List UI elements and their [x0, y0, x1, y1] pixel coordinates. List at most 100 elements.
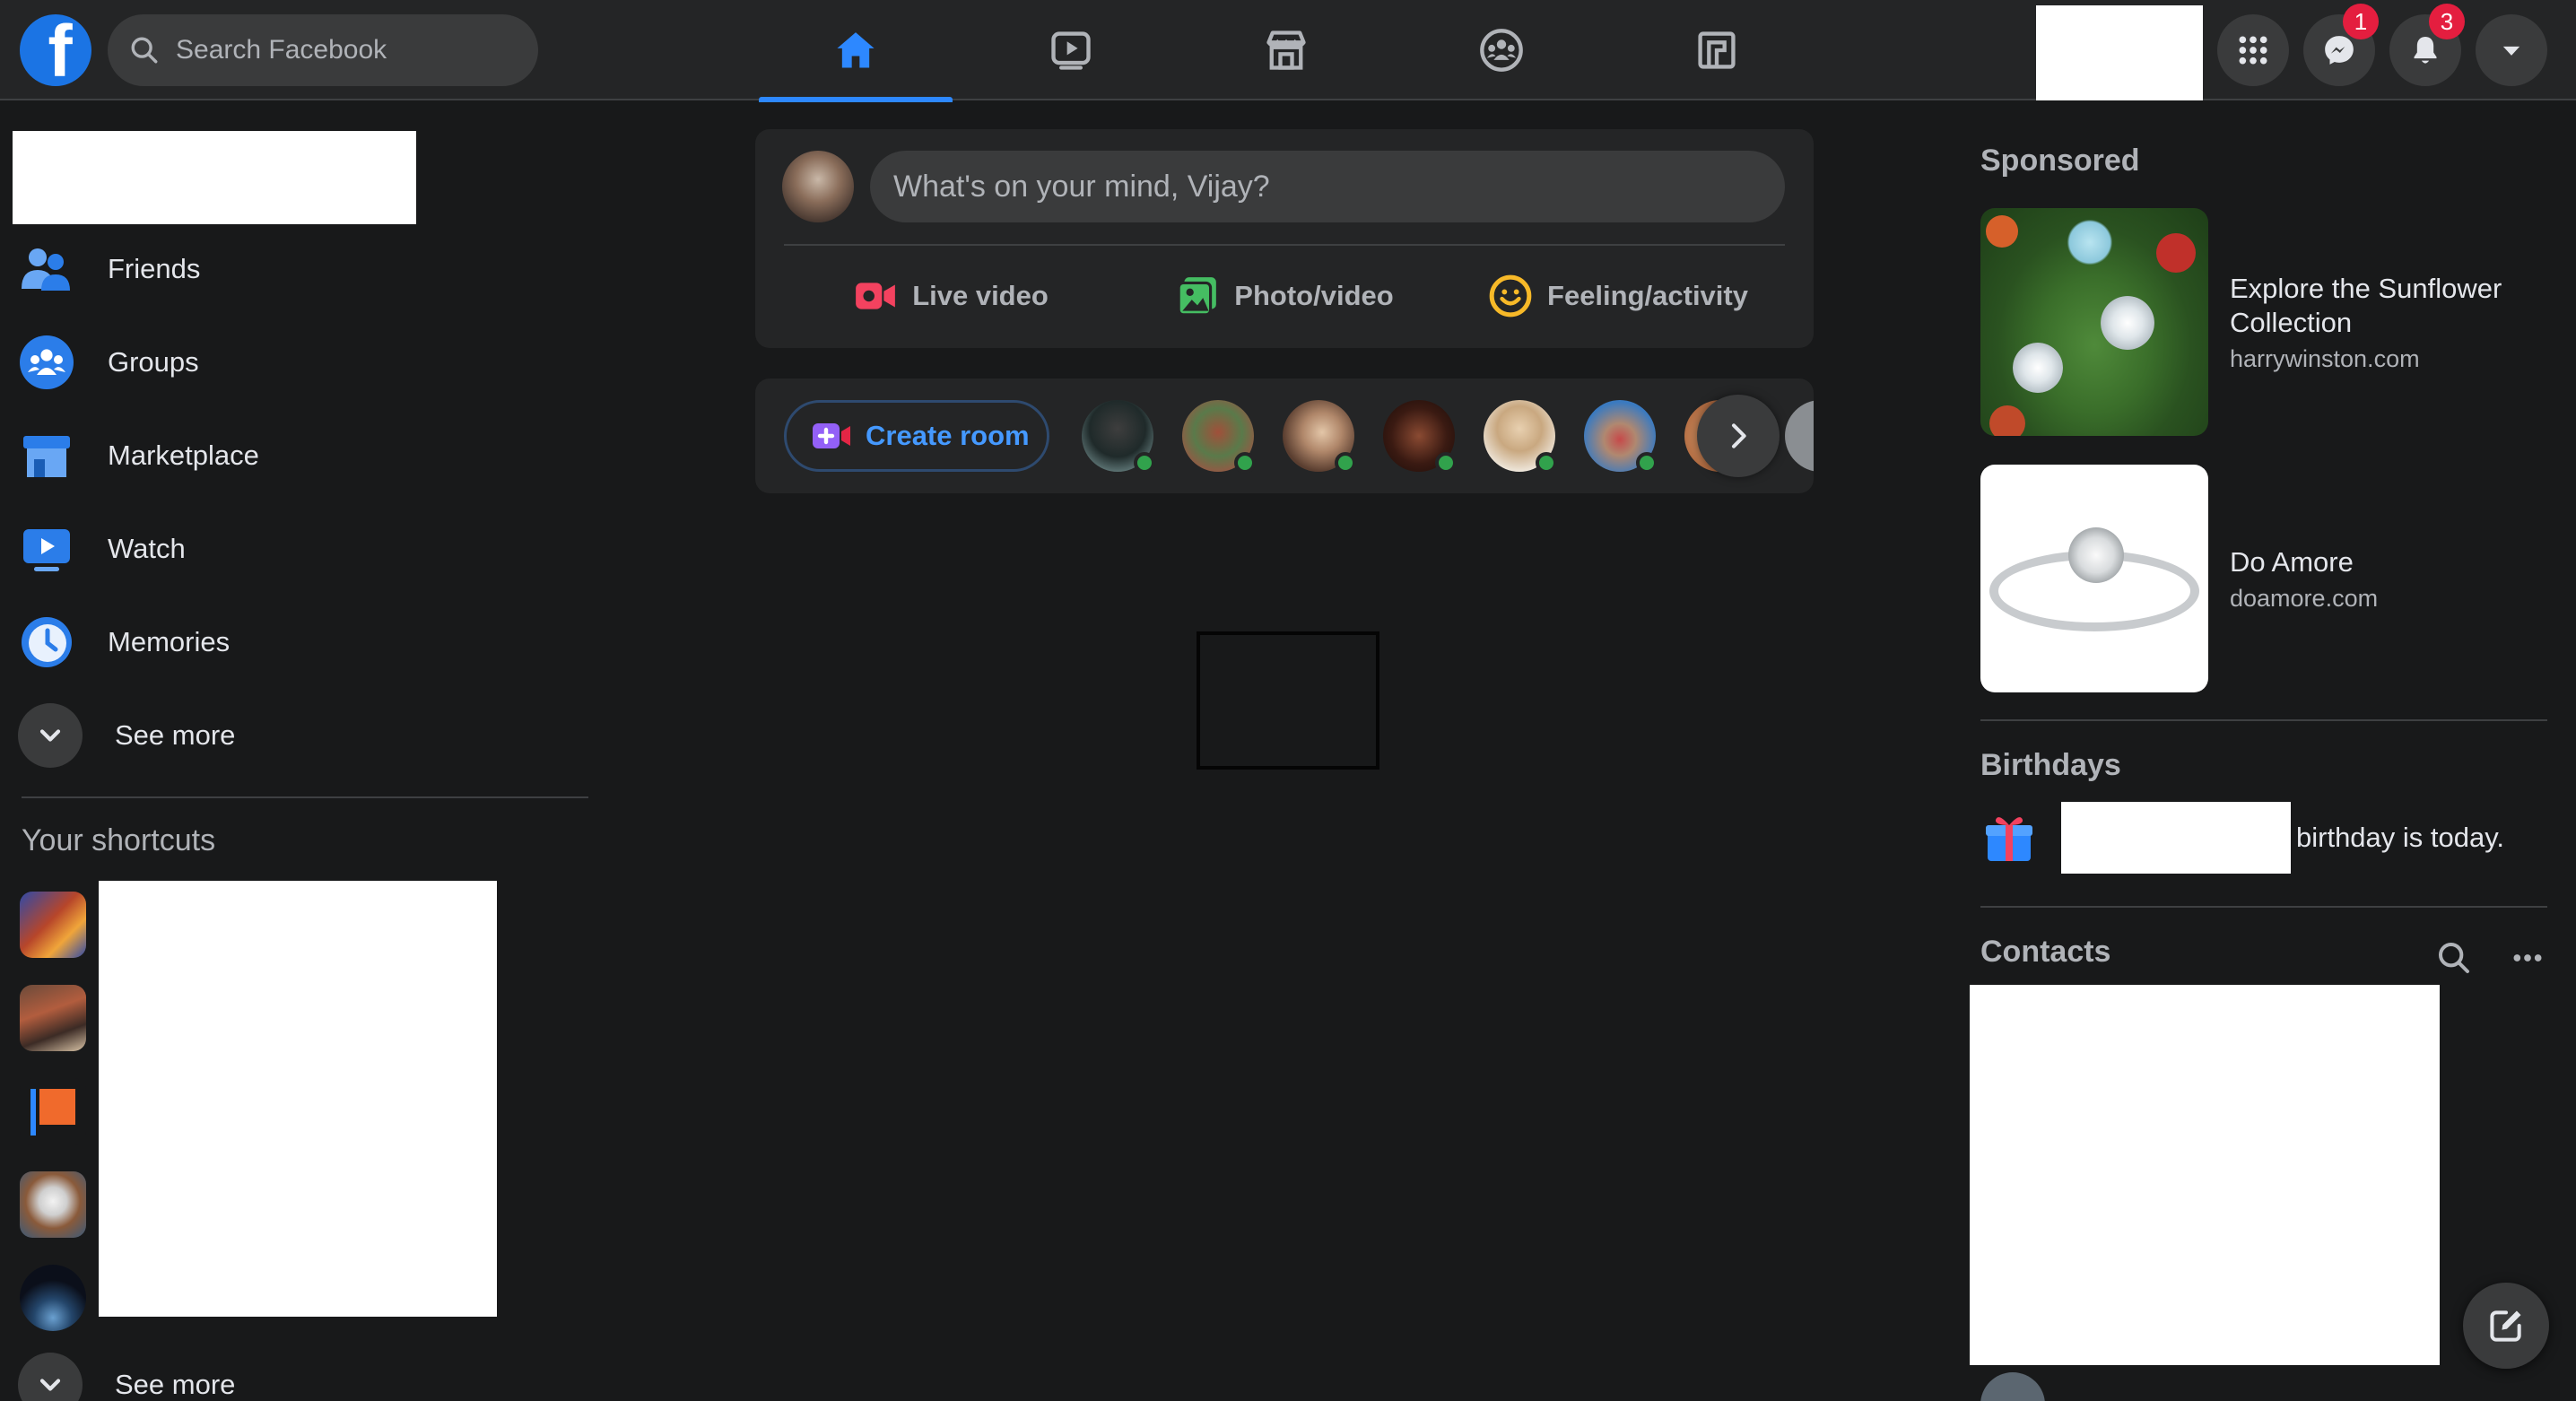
tab-marketplace[interactable] — [1189, 0, 1383, 100]
new-message-button[interactable] — [2463, 1283, 2549, 1369]
room-contact-avatar[interactable] — [1584, 400, 1658, 474]
notifications-button[interactable]: 3 — [2389, 4, 2465, 86]
shortcut-thumbnail[interactable] — [20, 1078, 86, 1144]
whats-on-your-mind-input[interactable]: What's on your mind, Vijay? — [870, 151, 1785, 222]
sidebar-item-label: Groups — [108, 346, 199, 378]
photo-video-label: Photo/video — [1234, 280, 1394, 311]
ad-image — [1980, 208, 2208, 436]
main-nav-tabs — [759, 0, 1835, 102]
search-icon — [131, 37, 158, 64]
avatar[interactable] — [1980, 1372, 2045, 1401]
sidebar-item-label: Memories — [108, 626, 231, 657]
menu-button[interactable] — [2217, 14, 2289, 86]
shortcut-thumbnail[interactable] — [20, 892, 86, 958]
online-indicator — [1536, 452, 1557, 474]
marketplace-icon — [18, 427, 75, 484]
online-indicator — [1335, 452, 1356, 474]
feed-placeholder — [1197, 631, 1379, 770]
feeling-activity-button[interactable]: Feeling/activity — [1451, 258, 1785, 334]
post-composer: What's on your mind, Vijay? Live video P… — [755, 129, 1814, 348]
photo-icon — [1177, 277, 1217, 317]
create-room-button[interactable]: Create room — [784, 400, 1049, 472]
facebook-logo[interactable]: f — [20, 14, 91, 86]
watch-icon — [18, 520, 75, 578]
ad-text: Explore the Sunflower Collection harrywi… — [2230, 208, 2535, 436]
sidebar-item-label: See more — [115, 719, 236, 751]
chevron-down-icon — [39, 729, 61, 742]
online-indicator — [1435, 452, 1457, 474]
tab-gaming[interactable] — [1620, 0, 1814, 100]
see-more-circle — [18, 703, 83, 768]
ad-image — [1980, 465, 2208, 692]
room-contact-avatar[interactable] — [1283, 400, 1356, 474]
profile-link-redacted[interactable] — [13, 131, 416, 224]
search-input[interactable] — [176, 35, 517, 65]
tab-home[interactable] — [759, 0, 953, 102]
groups-icon — [18, 334, 75, 391]
account-button[interactable] — [2476, 14, 2547, 86]
birthdays-title: Birthdays — [1980, 748, 2121, 782]
gift-icon — [1986, 817, 2032, 861]
marketplace-icon — [1266, 30, 1306, 70]
room-contact-avatar[interactable] — [1082, 400, 1155, 474]
search-icon — [2439, 943, 2469, 973]
menu-grid-icon — [2239, 36, 2267, 65]
messenger-button[interactable]: 1 — [2303, 4, 2379, 86]
see-more-label: See more — [115, 1369, 236, 1400]
shortcut-thumbnail[interactable] — [20, 985, 86, 1051]
sidebar-item-label: Friends — [108, 253, 201, 284]
online-indicator — [1636, 452, 1658, 474]
birthday-text: birthday is today. — [2296, 822, 2505, 853]
ad-domain: doamore.com — [2230, 584, 2379, 612]
tab-groups[interactable] — [1405, 0, 1598, 100]
room-contact-avatar[interactable] — [1383, 400, 1457, 474]
birthday-row[interactable]: birthday is today. — [1980, 802, 2504, 874]
sponsored-ad[interactable]: Explore the Sunflower Collection harrywi… — [1980, 208, 2554, 436]
see-more-circle — [18, 1353, 83, 1401]
contacts-options-button[interactable] — [2506, 936, 2549, 979]
sponsored-ad[interactable]: Do Amore doamore.com — [1980, 465, 2554, 692]
friends-icon — [18, 240, 75, 298]
shortcut-thumbnail[interactable] — [20, 1171, 86, 1238]
ad-name: Explore the Sunflower Collection — [2230, 272, 2502, 338]
sidebar-item-watch[interactable]: Watch — [18, 502, 610, 596]
watch-icon — [1051, 31, 1091, 70]
sidebar-item-groups[interactable]: Groups — [18, 316, 610, 409]
contacts-list-redacted — [1970, 985, 2440, 1365]
sidebar-item-marketplace[interactable]: Marketplace — [18, 409, 610, 502]
gaming-icon — [1698, 31, 1736, 69]
shortcuts-see-more[interactable]: See more — [18, 1353, 235, 1401]
home-icon — [837, 32, 875, 68]
birthday-name-redacted — [2061, 802, 2291, 874]
rooms-next-button[interactable] — [1697, 395, 1780, 477]
live-video-icon — [856, 283, 896, 309]
groups-icon — [1480, 29, 1523, 72]
composer-actions: Live video Photo/video Feeling/activity — [784, 258, 1785, 334]
room-contact-avatar[interactable] — [1785, 400, 1814, 472]
room-contact-avatar[interactable] — [1484, 400, 1557, 474]
sidebar-item-see-more[interactable]: See more — [18, 689, 610, 782]
sidebar-item-label: Watch — [108, 533, 186, 564]
feeling-icon — [1489, 274, 1532, 318]
messenger-icon — [2325, 36, 2354, 65]
shortcut-thumbnail[interactable] — [20, 1265, 86, 1331]
contacts-search-button[interactable] — [2432, 936, 2476, 979]
live-video-button[interactable]: Live video — [784, 258, 1118, 334]
avatar[interactable] — [782, 151, 854, 222]
online-indicator — [1234, 452, 1256, 474]
notifications-badge: 3 — [2429, 4, 2465, 39]
sidebar-item-friends[interactable]: Friends — [18, 222, 610, 316]
right-divider — [1980, 906, 2547, 908]
tab-watch[interactable] — [974, 0, 1168, 100]
sponsored-title: Sponsored — [1980, 144, 2140, 178]
sidebar-item-memories[interactable]: Memories — [18, 596, 610, 689]
photo-video-button[interactable]: Photo/video — [1118, 258, 1451, 334]
search-box[interactable] — [108, 14, 538, 86]
rooms-bar: Create room — [755, 379, 1814, 493]
profile-shortcut-redacted[interactable] — [2036, 5, 2203, 100]
room-contact-avatar[interactable] — [1182, 400, 1256, 474]
online-indicator — [1134, 452, 1155, 474]
ad-domain: harrywinston.com — [2230, 344, 2420, 372]
video-plus-icon — [813, 423, 850, 448]
messenger-badge: 1 — [2343, 4, 2379, 39]
